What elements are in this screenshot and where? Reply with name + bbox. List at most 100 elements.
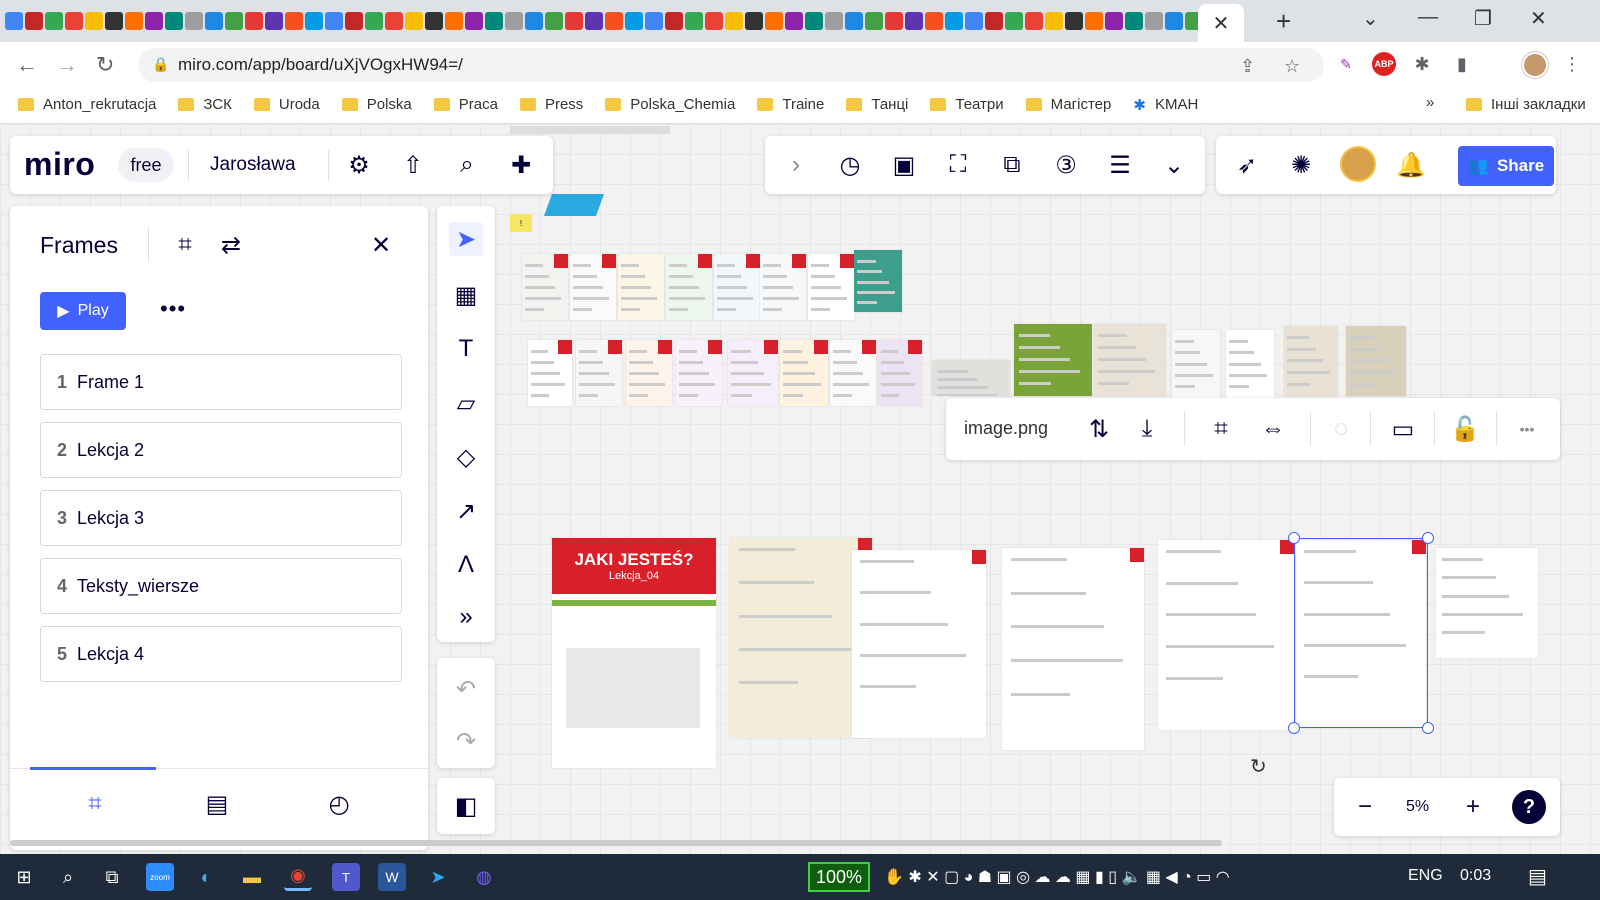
text-tool-icon[interactable]: T [449,332,483,366]
rotate-icon[interactable]: ↻ [1250,754,1267,779]
reload-icon[interactable]: ↻ [96,52,114,78]
tab-favicon-icon[interactable] [745,12,763,30]
tab-favicon-icon[interactable] [145,12,163,30]
close-panel-icon[interactable]: ✕ [364,228,398,262]
viber-icon[interactable]: ◍ [470,863,498,891]
frame-list-item[interactable]: 5 Lekcja 4 [40,626,402,682]
tab-favicon-icon[interactable] [565,12,583,30]
crop-icon[interactable]: ⌗ [1204,412,1238,446]
board-image[interactable] [576,340,622,406]
tray-icons[interactable]: ✋ ✱ ✕ ▢ ◕ ☗ ▣ ◎ ☁ ☁ ▦ ▮ ▯ 🔈 ▦ ◀ ◔ ▭ ◠ [884,867,1230,887]
board-shape[interactable] [543,194,605,216]
board-image[interactable] [1158,540,1294,730]
tab-favicon-icon[interactable] [585,12,603,30]
presentation-icon[interactable]: ⧉ [995,148,1029,182]
bookmark-item[interactable]: Anton_rekrutacja [18,96,156,113]
tab-favicon-icon[interactable] [985,12,1003,30]
board-image[interactable] [1226,330,1274,398]
frame-list-item[interactable]: 2 Lekcja 2 [40,422,402,478]
board-image[interactable] [714,254,760,320]
tab-favicon-icon[interactable] [45,12,63,30]
tab-favicon-icon[interactable] [285,12,303,30]
pen-extension-icon[interactable]: ✎ [1334,52,1358,76]
tab-favicon-icon[interactable] [645,12,663,30]
board-image[interactable] [528,340,572,406]
restore-icon[interactable]: ❐ [1474,6,1492,31]
chrome-icon[interactable]: ◉ [284,863,312,891]
history-tab-icon[interactable]: ◴ [322,787,356,821]
tab-favicon-icon[interactable] [905,12,923,30]
sticky-note-tool-icon[interactable]: ▱ [449,386,483,420]
board-image[interactable] [730,538,872,738]
tab-favicon-icon[interactable] [425,12,443,30]
active-tab[interactable]: ✕ [1198,4,1244,42]
board-image[interactable] [808,254,854,320]
bookmark-item[interactable]: Traine [757,96,824,113]
timer-icon[interactable]: ◷ [833,148,867,182]
tab-favicon-icon[interactable] [1045,12,1063,30]
zoom-level[interactable]: 5% [1406,798,1429,816]
board-image[interactable] [854,250,902,312]
sticky-note[interactable]: ! [510,214,532,232]
shapes-tool-icon[interactable]: ◇ [449,440,483,474]
sidepanel-icon[interactable]: ▮ [1450,52,1474,76]
tab-favicon-icon[interactable] [505,12,523,30]
notifications-icon[interactable]: ▤ [1528,864,1547,889]
clock-time[interactable]: 0:03 [1460,867,1491,885]
tab-favicon-icon[interactable] [105,12,123,30]
voting-icon[interactable]: ③ [1049,148,1083,182]
extensions-icon[interactable]: ✱ [1410,52,1434,76]
play-button[interactable]: ▶ Play [40,292,126,330]
image-file-name[interactable]: image.png [964,418,1048,439]
bookmark-item[interactable]: Praca [433,96,498,113]
tab-favicon-icon[interactable] [165,12,183,30]
board-sketch[interactable] [510,126,670,134]
chevron-down-icon[interactable]: ⌄ [1157,148,1191,182]
tab-favicon-icon[interactable] [685,12,703,30]
notifications-bell-icon[interactable]: 🔔 [1394,148,1428,182]
tab-favicon-icon[interactable] [265,12,283,30]
tab-favicon-icon[interactable] [965,12,983,30]
tab-favicon-icon[interactable] [185,12,203,30]
tab-favicon-icon[interactable] [545,12,563,30]
resize-handle-tr[interactable] [1422,532,1434,544]
resize-handle-bl[interactable] [1288,722,1300,734]
board-image[interactable] [830,340,876,406]
tab-favicon-icon[interactable] [765,12,783,30]
taskbar-search-icon[interactable]: ⌕ [54,863,82,891]
board-image[interactable] [852,550,986,738]
tab-favicon-icon[interactable] [1145,12,1163,30]
pen-tool-icon[interactable]: Λ [449,548,483,582]
redo-icon[interactable]: ↷ [449,724,483,758]
tab-favicon-icon[interactable] [25,12,43,30]
zoom-app-icon[interactable]: zoom [146,863,174,891]
chrome-menu-icon[interactable]: ⋮ [1560,52,1584,76]
frame-list-item[interactable]: 4 Teksty_wiersze [40,558,402,614]
telegram-icon[interactable]: ➤ [424,863,452,891]
tab-search-icon[interactable]: ⌄ [1362,6,1379,31]
task-view-icon[interactable]: ⧉ [98,863,126,891]
tab-favicon-icon[interactable] [345,12,363,30]
board-image[interactable] [570,254,616,320]
tab-favicon-icon[interactable] [305,12,323,30]
tab-favicon-icon[interactable] [465,12,483,30]
tab-favicon-icon[interactable] [385,12,403,30]
sidebar-toggle-icon[interactable]: ◧ [449,789,483,823]
word-icon[interactable]: W [378,863,406,891]
add-frame-icon[interactable]: ⌗ [168,228,202,262]
file-explorer-icon[interactable]: ▬ [238,863,266,891]
board-canvas[interactable]: ! JAKI JESTEŚ? Lekcja_04 ↻ miro free Jar… [0,124,1600,854]
share-button[interactable]: 👥 Share [1458,146,1554,186]
adblock-icon[interactable]: ABP [1372,52,1396,76]
frame-list-item[interactable]: 1 Frame 1 [40,354,402,410]
download-icon[interactable]: ⤓ [1130,412,1164,446]
board-name[interactable]: Jarosława [210,154,296,176]
board-image[interactable] [878,340,922,406]
select-tool-icon[interactable]: ➤ [449,222,483,256]
tab-favicon-icon[interactable] [945,12,963,30]
tab-favicon-icon[interactable] [665,12,683,30]
tab-favicon-icon[interactable] [225,12,243,30]
video-icon[interactable]: ▣ [887,148,921,182]
more-options-icon[interactable]: ••• [160,296,186,322]
user-avatar[interactable] [1340,146,1376,182]
